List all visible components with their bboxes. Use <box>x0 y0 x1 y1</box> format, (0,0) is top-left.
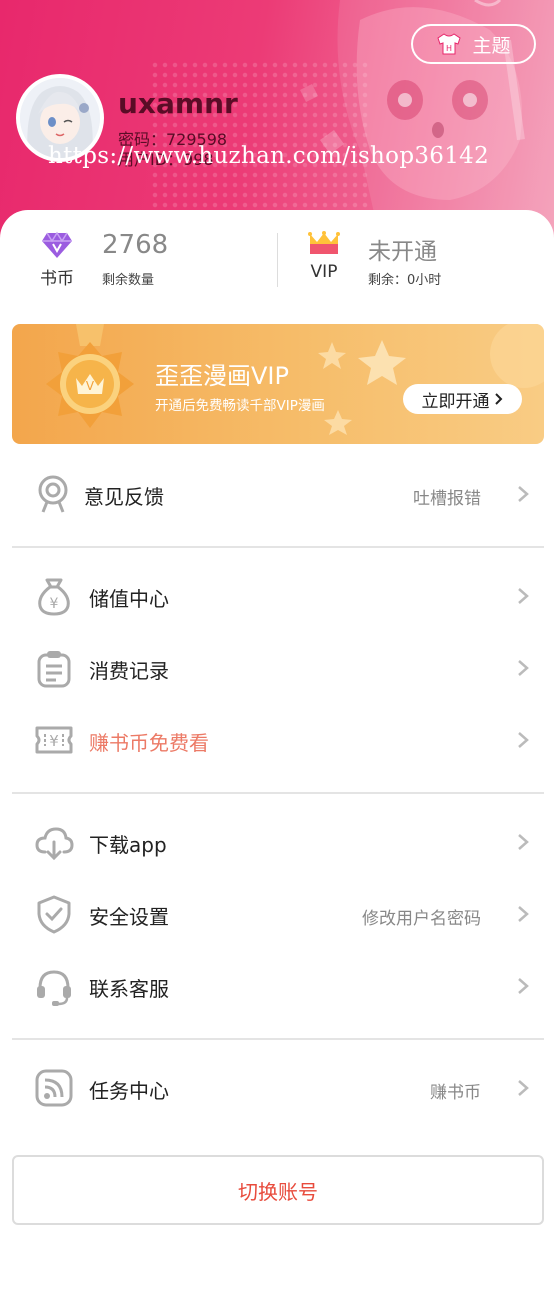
vip-stat[interactable]: VIP <box>302 230 346 282</box>
vip-banner[interactable]: V 歪歪漫画VIP 开通后免费畅读千部VIP漫画 立即开通 <box>12 324 544 444</box>
stats-bar: 书币 2768 剩余数量 VIP 未开通 剩余：0小时 <box>0 230 554 292</box>
menu-item-download[interactable]: 下载app <box>0 812 554 872</box>
menu-label-tasks: 任务中心 <box>89 1079 169 1103</box>
menu-label-records: 消费记录 <box>89 659 169 683</box>
vip-medal-icon: V <box>46 324 134 428</box>
clipboard-icon <box>37 651 71 688</box>
profile-card: 书币 2768 剩余数量 VIP 未开通 剩余：0小时 V 歪歪漫画VIP 开通… <box>0 210 554 1300</box>
theme-button[interactable]: H 主题 <box>411 24 536 64</box>
profile-header: H 主题 uxamnr 密码：729598 用户ID：998 https://w… <box>0 0 554 240</box>
coins-sub: 剩余数量 <box>102 273 155 288</box>
menu-hint-feedback: 吐槽报错 <box>413 489 481 509</box>
chevron-right-icon <box>518 486 529 502</box>
menu-item-records[interactable]: 消费记录 <box>0 638 554 698</box>
vip-value: 未开通 <box>368 239 437 265</box>
section-divider <box>12 792 544 794</box>
menu-item-service[interactable]: 联系客服 <box>0 956 554 1016</box>
feedback-icon <box>38 475 68 513</box>
crown-icon <box>308 231 340 254</box>
svg-text:¥: ¥ <box>49 732 59 750</box>
section-divider <box>12 1038 544 1040</box>
menu-item-earn-coins[interactable]: ¥ 赚书币免费看 <box>0 710 554 770</box>
chevron-right-icon <box>494 393 502 405</box>
chevron-right-icon <box>518 1080 529 1096</box>
chevron-right-icon <box>518 906 529 922</box>
menu-label-service: 联系客服 <box>89 977 169 1001</box>
diamond-icon <box>42 231 72 258</box>
open-vip-button[interactable]: 立即开通 <box>403 384 522 414</box>
coins-label: 书币 <box>40 269 74 289</box>
menu-label-earn: 赚书币免费看 <box>89 731 209 755</box>
theme-label: 主题 <box>472 34 511 57</box>
menu-hint-tasks: 赚书币 <box>430 1083 481 1103</box>
coins-value: 2768 <box>102 230 169 260</box>
username: uxamnr <box>118 87 238 120</box>
menu-label-feedback: 意见反馈 <box>84 485 164 509</box>
headset-icon <box>37 970 71 1006</box>
switch-account-button[interactable]: 切换账号 <box>12 1155 544 1225</box>
svg-text:H: H <box>446 44 452 53</box>
shield-icon <box>37 895 71 934</box>
stats-divider <box>277 233 278 287</box>
chevron-right-icon <box>518 834 529 850</box>
chevron-right-icon <box>518 732 529 748</box>
svg-text:V: V <box>86 379 95 393</box>
menu-item-feedback[interactable]: 意见反馈 吐槽报错 <box>0 464 554 524</box>
menu-item-security[interactable]: 安全设置 修改用户名密码 <box>0 884 554 944</box>
open-vip-label: 立即开通 <box>421 391 490 412</box>
vip-banner-desc: 开通后免费畅读千部VIP漫画 <box>155 398 325 414</box>
cloud-download-icon <box>35 827 74 861</box>
watermark-text: https://www.huzhan.com/ishop36142 <box>48 143 490 169</box>
menu-item-tasks[interactable]: 任务中心 赚书币 <box>0 1058 554 1118</box>
rss-icon <box>35 1069 73 1107</box>
vip-label: VIP <box>310 262 338 282</box>
menu-label-security: 安全设置 <box>89 905 169 929</box>
coins-stat[interactable]: 书币 <box>34 230 80 289</box>
shirt-icon: H <box>437 33 462 55</box>
section-divider <box>12 546 544 548</box>
svg-text:¥: ¥ <box>50 596 59 612</box>
ticket-icon: ¥ <box>35 726 73 754</box>
switch-account-label: 切换账号 <box>238 1179 318 1204</box>
menu-hint-security: 修改用户名密码 <box>362 909 481 929</box>
money-bag-icon: ¥ <box>38 578 70 616</box>
menu-label-recharge: 储值中心 <box>89 587 169 611</box>
chevron-right-icon <box>518 588 529 604</box>
chevron-right-icon <box>518 978 529 994</box>
vip-sub: 剩余：0小时 <box>368 273 442 288</box>
menu-label-download: 下载app <box>89 833 167 857</box>
chevron-right-icon <box>518 660 529 676</box>
vip-banner-title: 歪歪漫画VIP <box>155 362 289 390</box>
menu-item-recharge[interactable]: ¥ 储值中心 <box>0 566 554 626</box>
